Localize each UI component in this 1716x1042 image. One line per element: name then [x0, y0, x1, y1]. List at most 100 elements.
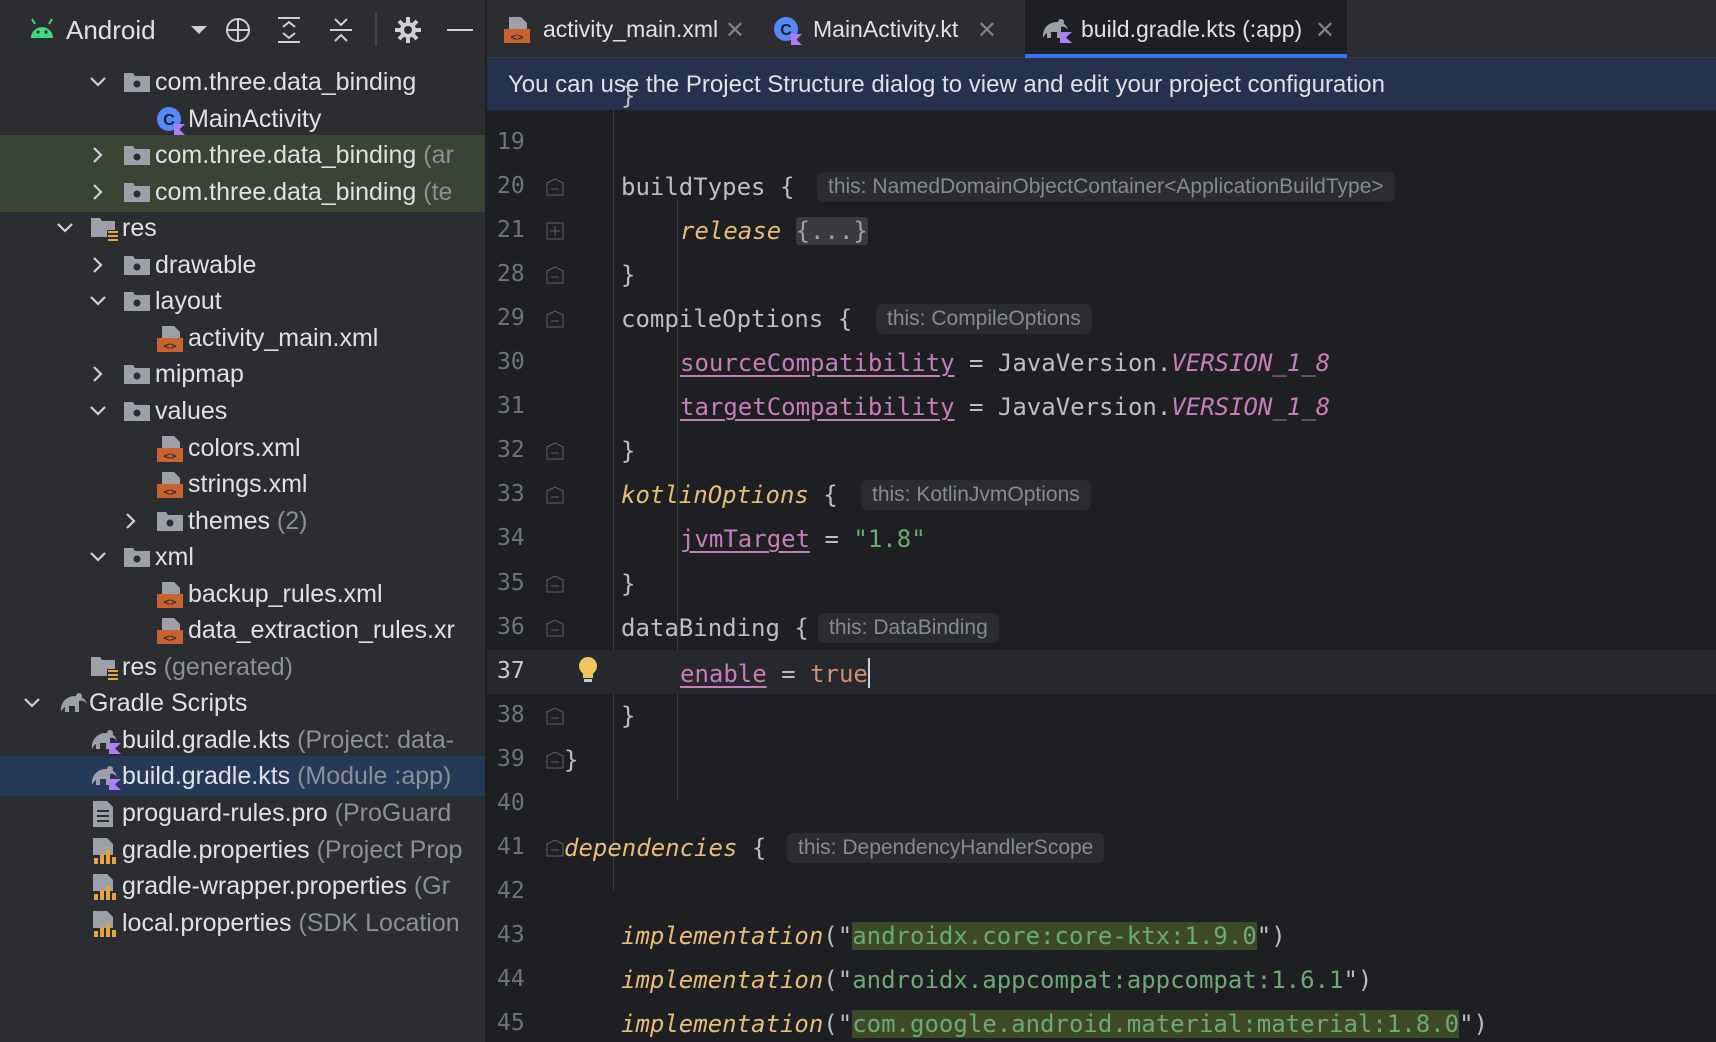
tree-item[interactable]: drawable	[0, 245, 485, 285]
code-line[interactable]: 45 implementation("com.google.android.mat…	[487, 1002, 1716, 1042]
chevron-right-icon[interactable]	[88, 255, 108, 275]
tree-item[interactable]: build.gradle.kts (Module :app)	[0, 756, 485, 797]
chevron-right-icon[interactable]	[88, 145, 108, 165]
tree-item[interactable]: layout	[0, 281, 485, 321]
editor-tab[interactable]: build.gradle.kts (:app) ✕	[1025, 0, 1347, 58]
editor-area: <> activity_main.xml ✕ C MainActivity.kt ✕ bui…	[487, 0, 1716, 1042]
tree-item[interactable]: Gradle Scripts	[0, 683, 485, 723]
tree-item[interactable]: xml	[0, 537, 485, 577]
collapse-all-icon[interactable]	[323, 12, 359, 48]
chevron-down-icon[interactable]	[88, 547, 108, 567]
code-line[interactable]: 20 buildTypes {this: NamedDomainObjectCon…	[487, 165, 1716, 209]
fold-collapse-icon[interactable]	[546, 178, 564, 196]
chevron-down-icon[interactable]	[181, 12, 217, 48]
close-icon[interactable]: ✕	[725, 16, 745, 45]
tree-item[interactable]: proguard-rules.pro (ProGuard	[0, 793, 485, 833]
tree-item[interactable]: res	[0, 208, 485, 248]
code-line[interactable]: 42	[487, 870, 1716, 914]
tree-item[interactable]: com.three.data_binding (te	[0, 171, 485, 212]
code-text: release {...}	[680, 217, 868, 246]
fold-collapse-icon[interactable]	[546, 486, 564, 504]
code-line[interactable]: 44 implementation("androidx.appcompat:app…	[487, 958, 1716, 1002]
chevron-down-icon[interactable]	[88, 72, 108, 92]
code-token: = JavaVersion.	[954, 393, 1172, 422]
tree-item-hint: (Project Prop	[309, 835, 463, 864]
code-line[interactable]: 29 compileOptions {this: CompileOptions	[487, 297, 1716, 341]
code-line[interactable]: 41 dependencies {this: DependencyHandlerS…	[487, 826, 1716, 870]
chevron-down-icon[interactable]	[55, 218, 75, 238]
tree-item[interactable]: build.gradle.kts (Project: data-	[0, 720, 485, 760]
project-view-selector[interactable]: Android	[66, 15, 156, 46]
editor-tab[interactable]: <> activity_main.xml ✕	[487, 0, 757, 58]
tree-item[interactable]: C MainActivity	[0, 99, 485, 139]
code-line[interactable]: 38}	[487, 694, 1716, 738]
code-token: {	[808, 481, 838, 510]
chevron-right-icon[interactable]	[88, 182, 108, 202]
fold-collapse-icon[interactable]	[546, 442, 564, 460]
fold-collapse-icon[interactable]	[546, 839, 564, 857]
tree-item[interactable]: com.three.data_binding (ar	[0, 135, 485, 176]
code-line[interactable]: 37 enable = true	[487, 649, 1716, 694]
tree-item[interactable]: <> activity_main.xml	[0, 318, 485, 358]
svg-text:<>: <>	[163, 339, 177, 352]
tree-item[interactable]: gradle.properties (Project Prop	[0, 830, 485, 870]
xml-file-icon: <>	[156, 617, 184, 645]
code-line[interactable]: 39}	[487, 738, 1716, 782]
tree-item[interactable]: <> strings.xml	[0, 464, 485, 504]
tree-item[interactable]: com.three.data_binding	[0, 62, 485, 102]
tree-item[interactable]: <> backup_rules.xml	[0, 574, 485, 614]
tree-item[interactable]: local.properties (SDK Location	[0, 903, 485, 943]
chevron-down-icon[interactable]	[88, 291, 108, 311]
crosshair-icon[interactable]	[220, 12, 256, 48]
code-line[interactable]: 32}	[487, 429, 1716, 473]
tree-item[interactable]: values	[0, 391, 485, 431]
code-line[interactable]: 34 jvmTarget = "1.8"	[487, 517, 1716, 561]
chevron-down-icon[interactable]	[22, 693, 42, 713]
tree-item-hint: (SDK Location	[291, 908, 460, 937]
tree-item-label: res	[122, 214, 157, 243]
fold-collapse-icon[interactable]	[546, 310, 564, 328]
chevron-right-icon[interactable]	[88, 364, 108, 384]
tree-item[interactable]: res (generated)	[0, 647, 485, 687]
code-line[interactable]: 36 dataBinding {this: DataBinding	[487, 606, 1716, 650]
close-icon[interactable]: ✕	[977, 16, 997, 45]
minimize-icon[interactable]	[442, 12, 478, 48]
tree-item-hint: (ar	[416, 141, 454, 170]
tree-item[interactable]: gradle-wrapper.properties (Gr	[0, 866, 485, 906]
code-line[interactable]: 30 sourceCompatibility = JavaVersion.VERS…	[487, 341, 1716, 385]
tree-item[interactable]: <> data_extraction_rules.xr	[0, 610, 485, 650]
properties-file-icon	[90, 873, 118, 901]
code-line[interactable]: 19	[487, 121, 1716, 165]
tree-item[interactable]: <> colors.xml	[0, 428, 485, 468]
folded-region[interactable]: {...}	[795, 217, 868, 246]
tree-item[interactable]: themes (2)	[0, 501, 485, 541]
code-line[interactable]: 33 kotlinOptions {this: KotlinJvmOptions	[487, 473, 1716, 517]
fold-collapse-icon[interactable]	[546, 574, 564, 593]
lightbulb-icon[interactable]	[577, 656, 599, 690]
tab-label: build.gradle.kts (:app)	[1081, 16, 1303, 42]
code-line[interactable]: 40	[487, 782, 1716, 826]
project-structure-banner[interactable]: You can use the Project Structure dialog…	[487, 58, 1716, 110]
expand-all-icon[interactable]	[271, 12, 307, 48]
svg-text:C: C	[780, 22, 792, 39]
tree-item[interactable]: mipmap	[0, 354, 485, 394]
chevron-right-icon[interactable]	[121, 511, 141, 531]
fold-collapse-icon[interactable]	[546, 751, 564, 769]
code-line[interactable]: 28}	[487, 253, 1716, 297]
gear-icon[interactable]	[390, 12, 426, 48]
fold-collapse-icon[interactable]	[546, 618, 564, 637]
fold-expand-icon[interactable]	[546, 222, 564, 240]
tree-item-label: layout	[155, 287, 222, 316]
chevron-down-icon[interactable]	[88, 401, 108, 421]
code-line[interactable]: 21 release {...}	[487, 209, 1716, 253]
fold-collapse-icon[interactable]	[546, 707, 564, 725]
fold-collapse-icon[interactable]	[546, 266, 564, 284]
close-icon[interactable]: ✕	[1315, 16, 1335, 45]
editor-tab[interactable]: C MainActivity.kt ✕	[757, 0, 1009, 58]
code-editor[interactable]: } 19 20 buildTypes {this: NamedDomainObject…	[487, 82, 1716, 1042]
code-keyword: implementation	[621, 921, 824, 950]
tree-item-label: gradle.properties (Project Prop	[122, 835, 463, 864]
code-line[interactable]: 35}	[487, 562, 1716, 606]
code-line[interactable]: 31 targetCompatibility = JavaVersion.VERS…	[487, 385, 1716, 429]
code-line[interactable]: 43 implementation("androidx.core:core-ktx…	[487, 914, 1716, 958]
